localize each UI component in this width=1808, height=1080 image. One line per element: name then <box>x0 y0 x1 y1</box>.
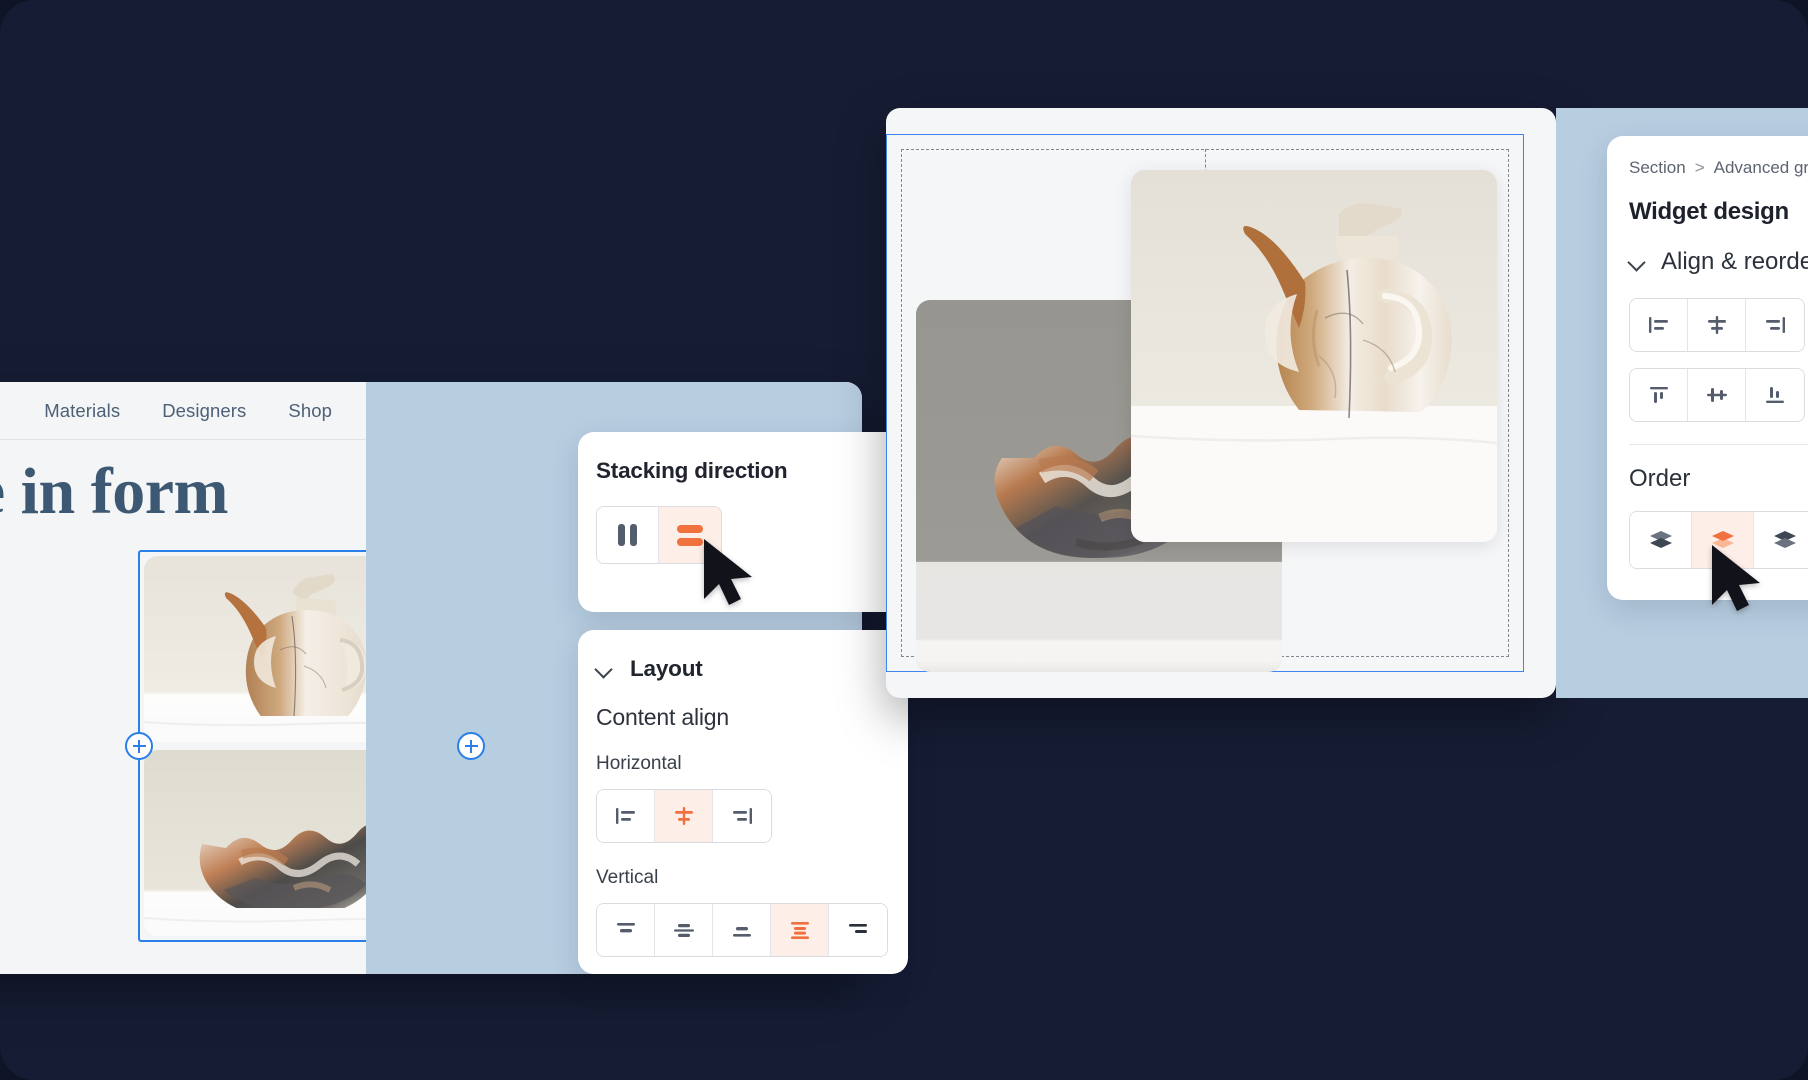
valign-bottom-button[interactable] <box>713 904 771 956</box>
breadcrumb-parent[interactable]: Section <box>1629 158 1686 178</box>
valign-more-button[interactable] <box>829 904 887 956</box>
site-nav: Materials Designers Shop <box>0 382 366 440</box>
panel-divider <box>1629 444 1808 445</box>
align-right-icon <box>733 808 752 824</box>
nav-item-materials[interactable]: Materials <box>44 400 120 422</box>
valign-bottom-button[interactable] <box>1746 369 1804 421</box>
align-center-icon <box>674 807 693 825</box>
valign-middle-icon <box>673 924 694 937</box>
stack-vertical-button[interactable] <box>659 507 721 563</box>
valign-top-button[interactable] <box>597 904 655 956</box>
align-center-button[interactable] <box>1688 299 1746 351</box>
chevron-down-icon <box>1629 253 1647 271</box>
valign-middle-icon <box>1706 388 1727 402</box>
align-left-icon <box>615 808 635 824</box>
align-center-icon <box>1707 316 1726 334</box>
nav-item-designers[interactable]: Designers <box>162 400 246 422</box>
stacking-direction-title: Stacking direction <box>596 458 788 483</box>
order-label: Order <box>1629 465 1691 492</box>
align-left-button[interactable] <box>1630 299 1688 351</box>
valign-stretch-icon <box>790 922 809 939</box>
layout-header[interactable]: Layout <box>596 656 908 682</box>
layers-front-icon <box>1711 531 1734 548</box>
order-bring-to-front-button[interactable] <box>1754 512 1808 568</box>
align-reorder-header[interactable]: Align & reorde <box>1629 248 1808 276</box>
align-right-button[interactable] <box>713 790 771 842</box>
valign-top-icon <box>1649 387 1668 403</box>
valign-bottom-icon <box>1766 387 1784 403</box>
widget-design-title: Widget design <box>1629 198 1789 225</box>
breadcrumb[interactable]: Section > Advanced gri <box>1629 158 1808 178</box>
valign-top-button[interactable] <box>1630 369 1688 421</box>
canvas-jug-image[interactable] <box>1131 170 1497 542</box>
vertical-align-segmented[interactable] <box>596 903 888 957</box>
breadcrumb-separator: > <box>1694 158 1705 177</box>
align-left-icon <box>1648 317 1668 333</box>
add-handle-right[interactable] <box>457 732 485 760</box>
widget-design-panel: Section > Advanced gri Widget design Ali… <box>1607 136 1808 600</box>
align-reorder-label: Align & reorde <box>1661 248 1808 275</box>
align-right-icon <box>1766 317 1785 333</box>
nav-item-shop[interactable]: Shop <box>288 400 332 422</box>
chevron-down-icon <box>596 660 614 678</box>
stack-horizontal-button[interactable] <box>597 507 659 563</box>
valign-middle-button[interactable] <box>1688 369 1746 421</box>
layout-title: Layout <box>630 656 703 681</box>
valign-middle-button[interactable] <box>655 904 713 956</box>
page-title: sterpiece in form <box>0 455 228 528</box>
site-headline-wrap: sterpiece in form <box>0 440 366 544</box>
gallery-strip <box>0 550 485 974</box>
valign-top-icon <box>616 923 635 933</box>
valign-bottom-icon <box>732 927 751 937</box>
app-stage: Materials Designers Shop sterpiece in fo… <box>0 0 1808 1080</box>
vertical-bars-icon <box>618 524 637 546</box>
horizontal-label: Horizontal <box>596 753 682 774</box>
order-bring-forward-button[interactable] <box>1692 512 1754 568</box>
stacking-direction-card: Stacking direction <box>578 432 908 612</box>
widget-align-horizontal-segmented[interactable] <box>1629 298 1805 352</box>
align-right-button[interactable] <box>1746 299 1804 351</box>
site-preview-area: Materials Designers Shop sterpiece in fo… <box>0 382 485 974</box>
valign-stretch-button[interactable] <box>771 904 829 956</box>
canvas-window <box>886 108 1556 698</box>
layers-top-icon <box>1774 531 1796 548</box>
order-send-backward-button[interactable] <box>1630 512 1692 568</box>
align-center-button[interactable] <box>655 790 713 842</box>
content-align-label: Content align <box>596 704 729 730</box>
horizontal-align-segmented[interactable] <box>596 789 772 843</box>
layout-card: Layout Content align Horizontal Vertical <box>578 630 908 974</box>
add-handle-left[interactable] <box>125 732 153 760</box>
valign-more-icon <box>849 924 867 933</box>
vertical-label: Vertical <box>596 867 659 888</box>
layers-back-icon <box>1649 531 1672 548</box>
order-segmented[interactable] <box>1629 511 1808 569</box>
stacking-direction-segmented[interactable] <box>596 506 722 564</box>
align-left-button[interactable] <box>597 790 655 842</box>
breadcrumb-current[interactable]: Advanced gri <box>1714 158 1808 178</box>
horizontal-bars-icon <box>677 524 703 546</box>
widget-align-vertical-segmented[interactable] <box>1629 368 1805 422</box>
